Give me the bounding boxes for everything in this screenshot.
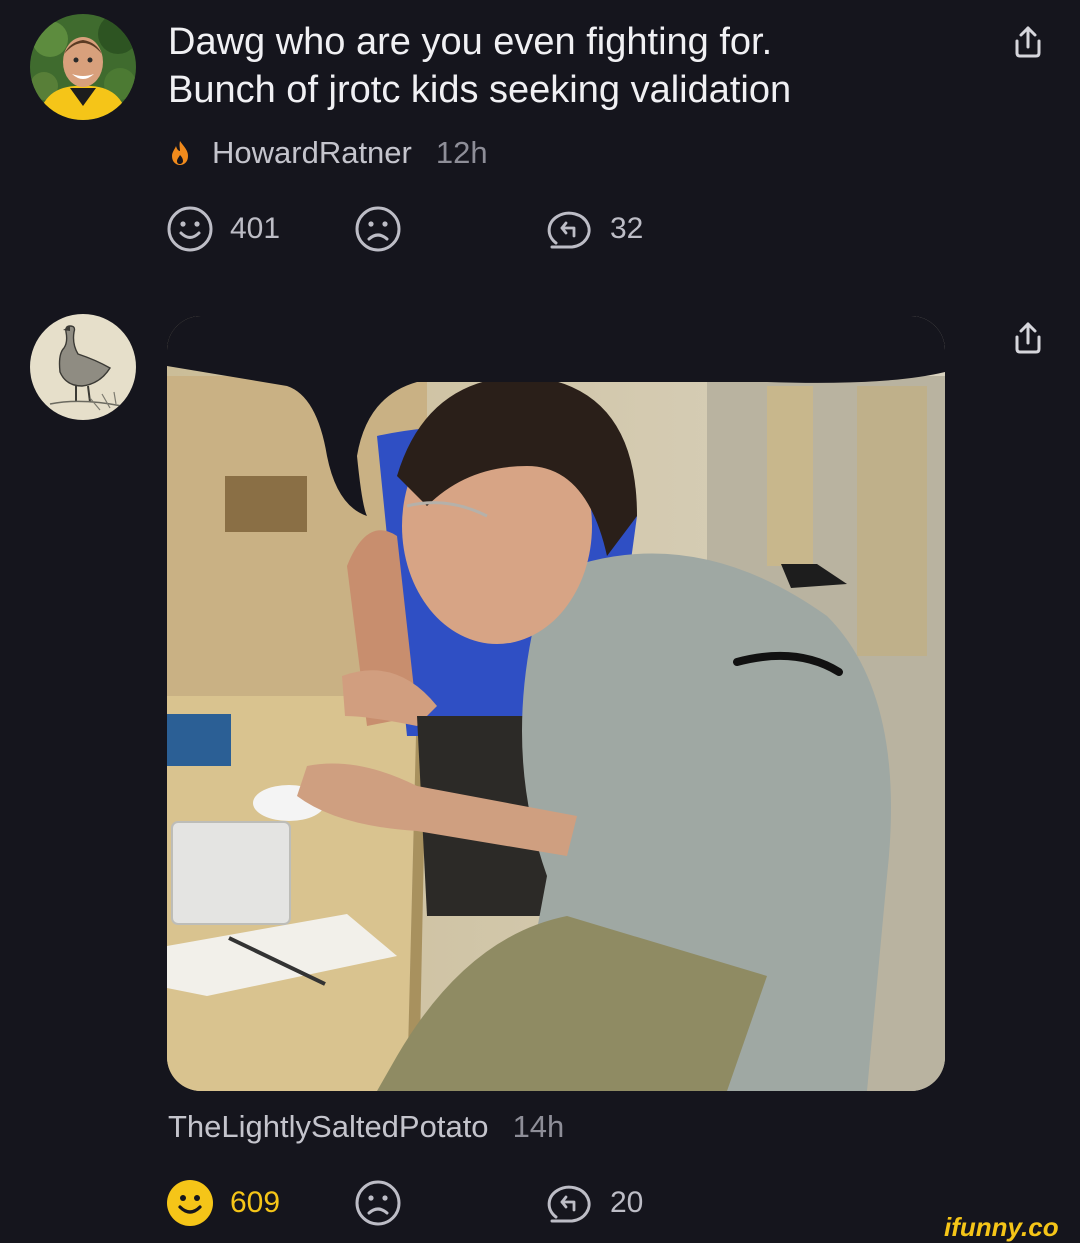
- share-button[interactable]: [1008, 22, 1048, 62]
- comment-text: Dawg who are you even fighting for. Bunc…: [168, 21, 792, 111]
- username[interactable]: TheLightlySaltedPotato: [168, 1109, 489, 1145]
- user-avatar[interactable]: [30, 14, 136, 120]
- smile-icon: [167, 1180, 213, 1226]
- watermark: ifunny.co: [944, 1212, 1059, 1242]
- sad-face-icon: [355, 206, 401, 252]
- share-button[interactable]: [1008, 318, 1048, 358]
- comment-meta: TheLightlySaltedPotato 14h: [168, 1107, 564, 1147]
- timestamp: 12h: [435, 135, 488, 170]
- reply-button[interactable]: 20: [546, 1178, 643, 1228]
- flame-icon: [172, 141, 188, 165]
- comment-actions: 401 32: [166, 204, 686, 254]
- goose-avatar[interactable]: [30, 314, 136, 420]
- reply-icon: [547, 1185, 591, 1223]
- comment-actions: 609 20: [166, 1178, 686, 1228]
- comment-meta: HowardRatner 12h: [168, 133, 488, 173]
- reply-count: 20: [610, 1186, 644, 1219]
- smile-count: 401: [230, 212, 281, 245]
- reply-icon: [547, 211, 591, 249]
- username[interactable]: HowardRatner: [212, 135, 412, 171]
- unsmile-button[interactable]: [354, 1178, 402, 1228]
- share-icon: [1015, 322, 1041, 354]
- timestamp: 14h: [512, 1109, 565, 1144]
- comment-1: Dawg who are you even fighting for. Bunc…: [0, 0, 1080, 280]
- share-icon: [1015, 26, 1041, 58]
- sad-face-icon: [355, 1180, 401, 1226]
- reply-count: 32: [610, 212, 644, 245]
- smile-icon: [167, 206, 213, 252]
- reply-button[interactable]: 32: [546, 204, 643, 254]
- smile-button[interactable]: 401: [166, 204, 280, 254]
- smile-count: 609: [230, 1186, 281, 1219]
- unsmile-button[interactable]: [354, 204, 402, 254]
- meme-photo[interactable]: [167, 316, 945, 1091]
- smile-button[interactable]: 609: [166, 1178, 280, 1228]
